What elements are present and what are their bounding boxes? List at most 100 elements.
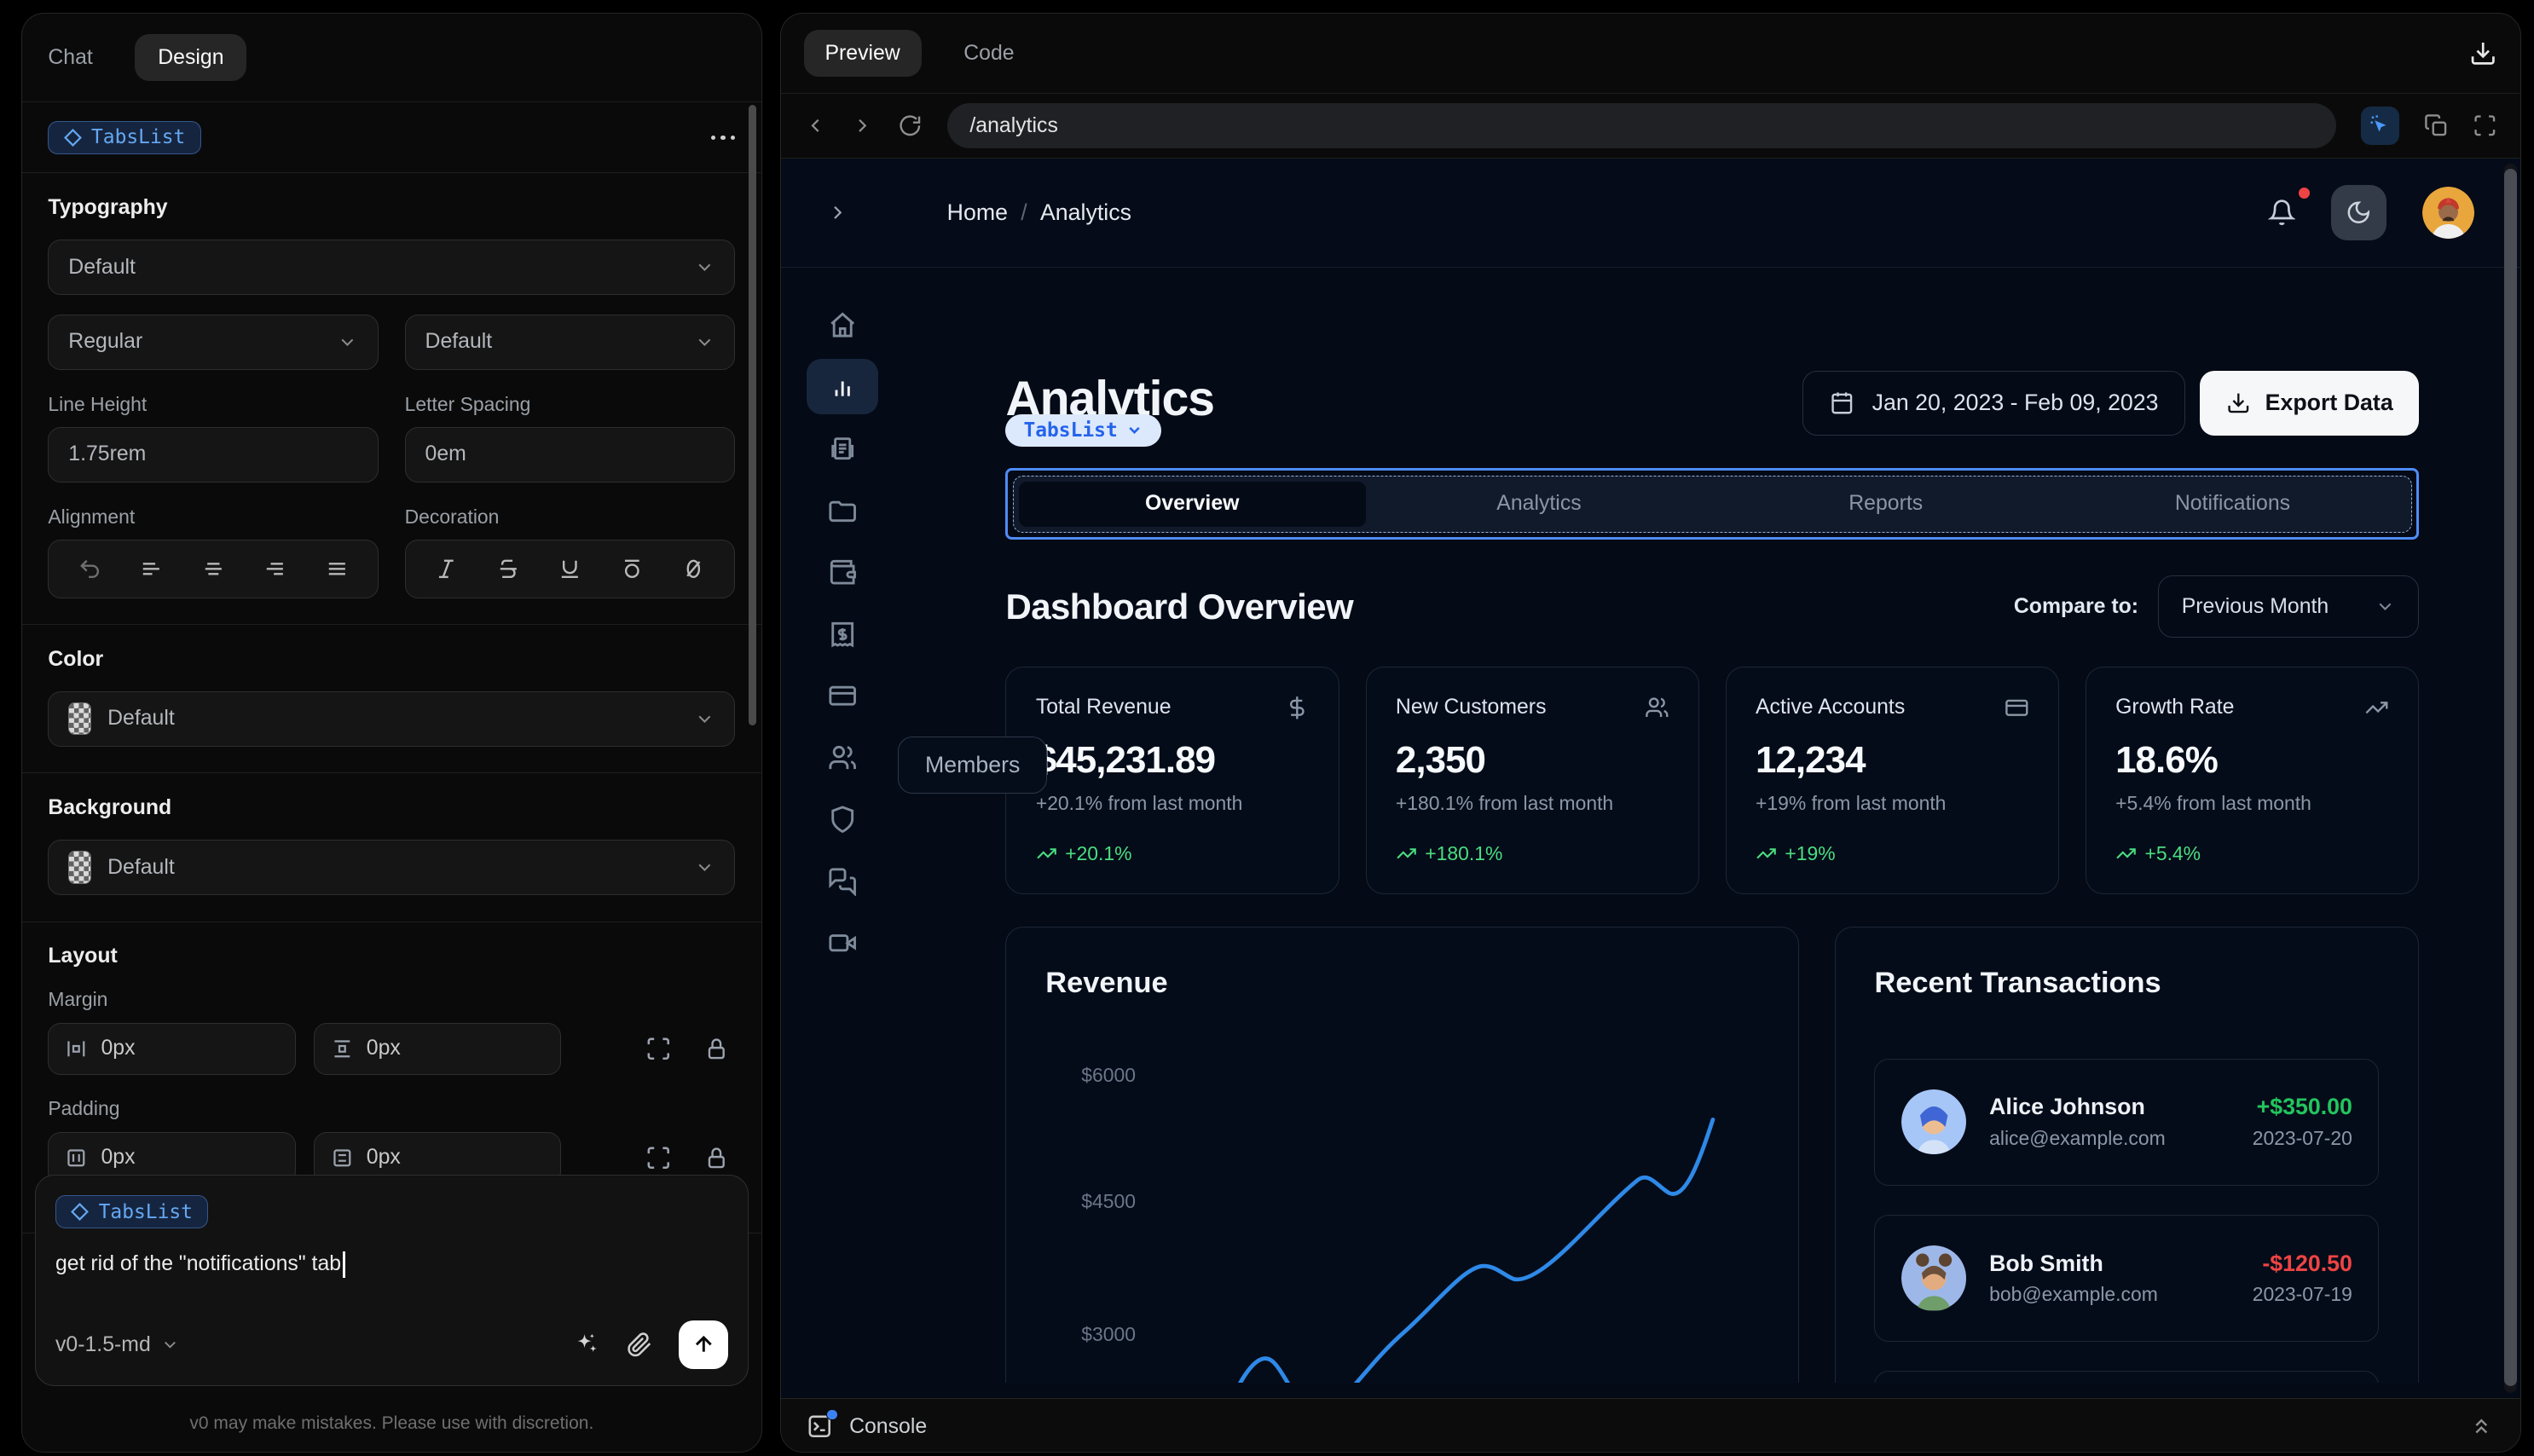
select-element-tool[interactable]	[2360, 106, 2400, 146]
export-data-button[interactable]: Export Data	[2200, 370, 2420, 436]
date-range-picker[interactable]: Jan 20, 2023 - Feb 09, 2023	[1802, 370, 2186, 436]
decoration-label: Decoration	[404, 505, 500, 528]
overline-icon[interactable]	[620, 557, 645, 581]
italic-icon[interactable]	[434, 557, 459, 581]
letter-spacing-input[interactable]: 0em	[404, 426, 736, 482]
theme-toggle-button[interactable]	[2331, 185, 2387, 241]
line-height-input[interactable]: 1.75rem	[48, 426, 379, 482]
font-weight-select[interactable]: Regular	[48, 314, 379, 370]
sidebar-item-video[interactable]	[807, 916, 878, 971]
download-icon	[2228, 393, 2249, 413]
sparkles-icon[interactable]	[573, 1331, 600, 1358]
lock-padding-icon[interactable]	[704, 1146, 729, 1170]
app-main: Analytics TabsList Jan 20, 2023 - Feb 09…	[905, 268, 2520, 1383]
more-options-icon[interactable]	[710, 135, 736, 141]
line-height-label: Line Height	[48, 392, 148, 415]
dollar-sign-icon	[1289, 696, 1305, 719]
sidebar-item-wallet[interactable]	[807, 545, 878, 600]
color-title: Color	[48, 648, 104, 671]
sidebar-expand-icon[interactable]	[826, 201, 849, 224]
diamond-icon	[63, 128, 82, 147]
preview-scrollbar[interactable]	[2503, 168, 2517, 1387]
preview-mode-tabs: Preview Code	[780, 14, 2520, 94]
sidebar-item-security[interactable]	[807, 792, 878, 847]
font-family-select[interactable]: Default	[48, 240, 736, 295]
back-icon[interactable]	[804, 114, 827, 137]
composer-input[interactable]: get rid of the "notifications" tab	[55, 1251, 728, 1278]
tab-chat[interactable]: Chat	[48, 46, 92, 70]
transaction-amount: +$350.00	[2256, 1094, 2352, 1120]
lock-margin-icon[interactable]	[704, 1037, 729, 1061]
align-left-icon[interactable]	[139, 557, 164, 581]
color-select[interactable]: Default	[48, 690, 736, 747]
sidebar-item-cards[interactable]	[807, 668, 878, 724]
tab-design[interactable]: Design	[135, 34, 247, 82]
folder-icon	[829, 500, 857, 522]
reset-alignment-icon[interactable]	[78, 557, 102, 581]
sidebar-item-messages[interactable]	[807, 854, 878, 910]
tab-reports[interactable]: Reports	[1712, 482, 2059, 527]
chevron-down-icon	[341, 338, 354, 346]
tab-overview[interactable]: Overview	[1018, 481, 1366, 528]
background-select[interactable]: Default	[48, 840, 736, 895]
composer-chip-tabslist[interactable]: TabsList	[55, 1194, 209, 1229]
strikethrough-icon[interactable]	[496, 557, 521, 581]
compare-select[interactable]: Previous Month	[2157, 575, 2420, 638]
tab-notifications[interactable]: Notifications	[2059, 482, 2406, 527]
align-right-icon[interactable]	[263, 557, 287, 581]
transparent-swatch-icon	[68, 702, 92, 736]
copy-icon[interactable]	[2424, 113, 2449, 138]
section-title: Dashboard Overview	[1005, 586, 1354, 627]
selected-element-badge[interactable]: TabsList	[1005, 414, 1162, 447]
component-chip-tabslist[interactable]: TabsList	[48, 120, 201, 155]
left-panel-scrollbar[interactable]	[748, 105, 757, 725]
underline-icon[interactable]	[558, 557, 582, 581]
font-size-select[interactable]: Default	[404, 314, 736, 370]
sidebar-item-folder[interactable]	[807, 482, 878, 538]
expand-margin-icon[interactable]	[645, 1036, 672, 1062]
user-avatar[interactable]	[2422, 187, 2475, 240]
stat-card-active-accounts: Active Accounts 12,234 +19% from last mo…	[1725, 667, 2060, 894]
padding-label: Padding	[48, 1097, 120, 1120]
sidebar-item-members[interactable]	[807, 731, 878, 786]
url-input[interactable]: /analytics	[946, 102, 2336, 149]
margin-x-input[interactable]: 0px	[48, 1022, 296, 1075]
tab-code[interactable]: Code	[963, 42, 1014, 66]
breadcrumb: Home / Analytics	[947, 199, 1131, 226]
credit-card-icon	[829, 685, 857, 706]
align-justify-icon[interactable]	[325, 557, 350, 581]
tab-preview[interactable]: Preview	[803, 30, 922, 77]
sidebar-item-home[interactable]	[807, 298, 878, 353]
chevron-down-icon	[698, 715, 710, 723]
model-selector[interactable]: v0-1.5-md	[55, 1333, 180, 1357]
tab-analytics[interactable]: Analytics	[1366, 482, 1713, 527]
margin-label: Margin	[48, 988, 108, 1011]
sidebar-item-printer[interactable]	[807, 421, 878, 477]
trending-up-icon	[1037, 848, 1056, 859]
compare-label: Compare to:	[2013, 594, 2139, 618]
download-button[interactable]	[2469, 39, 2496, 66]
paperclip-icon[interactable]	[627, 1332, 653, 1358]
typography-section: Typography Default Regular Default Line …	[21, 173, 761, 626]
forward-icon[interactable]	[851, 114, 874, 137]
send-button[interactable]	[679, 1320, 728, 1370]
refresh-icon[interactable]	[898, 113, 923, 138]
align-center-icon[interactable]	[201, 557, 226, 581]
revenue-chart-card: Revenue $6000 $4500 $3000	[1005, 927, 1799, 1383]
chat-composer[interactable]: TabsList get rid of the "notifications" …	[35, 1175, 749, 1387]
no-decoration-icon[interactable]	[681, 557, 706, 581]
v0-workspace: Chat Design TabsList Typography Default …	[0, 0, 2534, 1456]
video-icon	[829, 934, 857, 952]
margin-y-input[interactable]: 0px	[313, 1022, 561, 1075]
console-bar[interactable]: Console	[780, 1397, 2520, 1452]
messages-icon	[829, 868, 857, 897]
sidebar-item-billing[interactable]	[807, 606, 878, 662]
breadcrumb-home[interactable]: Home	[947, 199, 1008, 226]
fullscreen-icon[interactable]	[2473, 113, 2497, 138]
notifications-button[interactable]	[2267, 188, 2311, 226]
chevrons-up-icon[interactable]	[2469, 1414, 2494, 1439]
expand-padding-icon[interactable]	[645, 1145, 672, 1171]
sidebar-item-analytics[interactable]	[807, 359, 879, 415]
trending-up-icon	[1756, 848, 1776, 859]
selected-component-row: TabsList	[21, 101, 761, 174]
